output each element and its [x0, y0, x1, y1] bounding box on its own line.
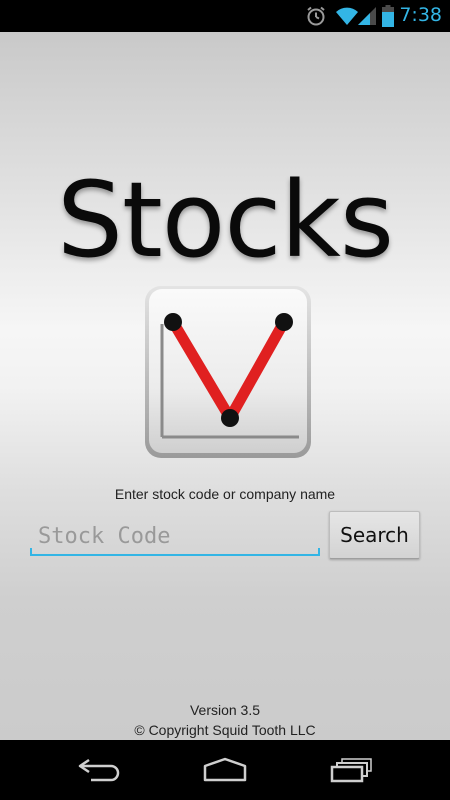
home-icon[interactable]: [195, 754, 255, 786]
battery-icon: [382, 5, 394, 32]
app-screen: 7:38 Stocks Enter stock code or company …: [0, 0, 450, 800]
stock-code-input[interactable]: [30, 518, 320, 556]
main-content: Stocks Enter stock code or company name …: [0, 32, 450, 740]
version-text: Version 3.5: [189, 702, 261, 718]
alarm-icon: [305, 5, 327, 32]
copyright-text: © Copyright Squid Tooth LLC: [134, 722, 316, 738]
signal-icon: [357, 6, 377, 31]
input-left-tick: [30, 548, 32, 556]
stock-chart-logo-icon: [143, 284, 313, 465]
recent-apps-icon[interactable]: [321, 754, 381, 786]
status-bar: 7:38: [0, 0, 450, 32]
app-title: Stocks: [56, 159, 394, 281]
wifi-icon: [335, 5, 359, 32]
input-right-tick: [318, 548, 320, 556]
search-prompt-label: Enter stock code or company name: [114, 486, 336, 502]
back-icon[interactable]: [70, 754, 130, 786]
status-clock: 7:38: [399, 4, 442, 26]
navigation-bar: [0, 740, 450, 800]
search-button[interactable]: Search: [329, 511, 420, 559]
